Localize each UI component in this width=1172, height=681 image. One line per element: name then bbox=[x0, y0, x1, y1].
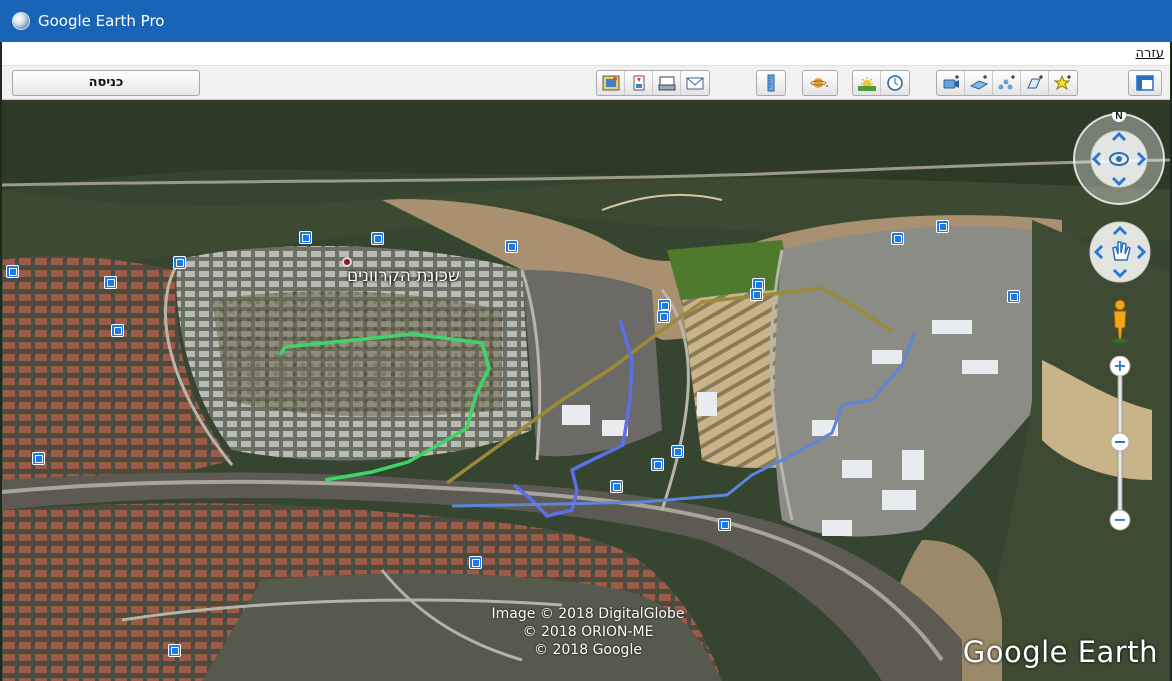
historical-imagery-icon[interactable] bbox=[881, 71, 909, 95]
planet-icon[interactable] bbox=[803, 71, 837, 95]
place-label[interactable]: שכונת הקרוונים bbox=[347, 266, 460, 286]
bus-stop-icon[interactable] bbox=[610, 480, 623, 493]
google-earth-logo-icon bbox=[12, 12, 30, 30]
zoom-out-label: − bbox=[1113, 510, 1126, 529]
add-polygon-icon[interactable] bbox=[1021, 71, 1049, 95]
bus-stop-icon[interactable] bbox=[505, 240, 518, 253]
title-bar: Google Earth Pro bbox=[0, 0, 1172, 42]
bus-stop-icon[interactable] bbox=[6, 265, 19, 278]
bus-stop-icon[interactable] bbox=[1007, 290, 1020, 303]
bus-stop-icon[interactable] bbox=[891, 232, 904, 245]
toolbar-group-sidebar bbox=[1128, 70, 1162, 96]
bus-stop-icon[interactable] bbox=[750, 288, 763, 301]
zoom-in-label: + bbox=[1113, 356, 1126, 375]
bus-stop-icon[interactable] bbox=[104, 276, 117, 289]
credit-line: Image © 2018 DigitalGlobe bbox=[491, 606, 685, 622]
pan-control[interactable] bbox=[1088, 220, 1152, 284]
zoom-slider[interactable]: + − bbox=[1107, 356, 1133, 534]
bus-stop-icon[interactable] bbox=[651, 458, 664, 471]
imagery-credits: Image © 2018 DigitalGlobe © 2018 ORION-M… bbox=[482, 605, 694, 659]
bus-stop-icon[interactable] bbox=[299, 231, 312, 244]
menu-help[interactable]: עזרה bbox=[1136, 46, 1164, 61]
add-placemark-icon[interactable] bbox=[1049, 71, 1077, 95]
toolbar: כניסה bbox=[2, 66, 1170, 100]
toolbar-group-planet bbox=[802, 70, 838, 96]
sunlight-icon[interactable] bbox=[853, 71, 881, 95]
compass-look-control[interactable]: N bbox=[1072, 112, 1166, 206]
record-tour-icon[interactable] bbox=[937, 71, 965, 95]
ruler-icon[interactable] bbox=[757, 71, 785, 95]
window-title: Google Earth Pro bbox=[38, 12, 165, 30]
toolbar-group-share bbox=[596, 70, 710, 96]
menu-bar: עזרה bbox=[2, 42, 1170, 66]
add-image-overlay-icon[interactable] bbox=[965, 71, 993, 95]
sidebar-toggle-icon[interactable] bbox=[1129, 71, 1161, 95]
save-image-icon[interactable] bbox=[597, 71, 625, 95]
bus-stop-icon[interactable] bbox=[371, 232, 384, 245]
bus-stop-icon[interactable] bbox=[173, 256, 186, 269]
bus-stop-icon[interactable] bbox=[718, 518, 731, 531]
street-view-pegman-icon[interactable] bbox=[1108, 298, 1132, 344]
bus-stop-icon[interactable] bbox=[168, 644, 181, 657]
toolbar-group-ruler bbox=[756, 70, 786, 96]
map-view[interactable]: שכונת הקרוונים Image © 2018 DigitalGlobe… bbox=[2, 100, 1170, 681]
toolbar-group-add bbox=[936, 70, 1078, 96]
credit-line: © 2018 ORION-ME bbox=[522, 624, 654, 640]
compass-north-label: N bbox=[1115, 112, 1122, 122]
satellite-imagery bbox=[2, 100, 1170, 681]
add-path-icon[interactable] bbox=[993, 71, 1021, 95]
print-icon[interactable] bbox=[625, 71, 653, 95]
signin-button[interactable]: כניסה bbox=[12, 70, 200, 96]
credit-line: © 2018 Google bbox=[534, 642, 642, 658]
bus-stop-icon[interactable] bbox=[469, 556, 482, 569]
bus-stop-icon[interactable] bbox=[657, 310, 670, 323]
bus-stop-icon[interactable] bbox=[32, 452, 45, 465]
map-icon[interactable] bbox=[653, 71, 681, 95]
bus-stop-icon[interactable] bbox=[111, 324, 124, 337]
toolbar-group-time bbox=[852, 70, 910, 96]
bus-stop-icon[interactable] bbox=[671, 445, 684, 458]
google-earth-watermark: Google Earth bbox=[962, 635, 1158, 669]
bus-stop-icon[interactable] bbox=[936, 220, 949, 233]
email-icon[interactable] bbox=[681, 71, 709, 95]
